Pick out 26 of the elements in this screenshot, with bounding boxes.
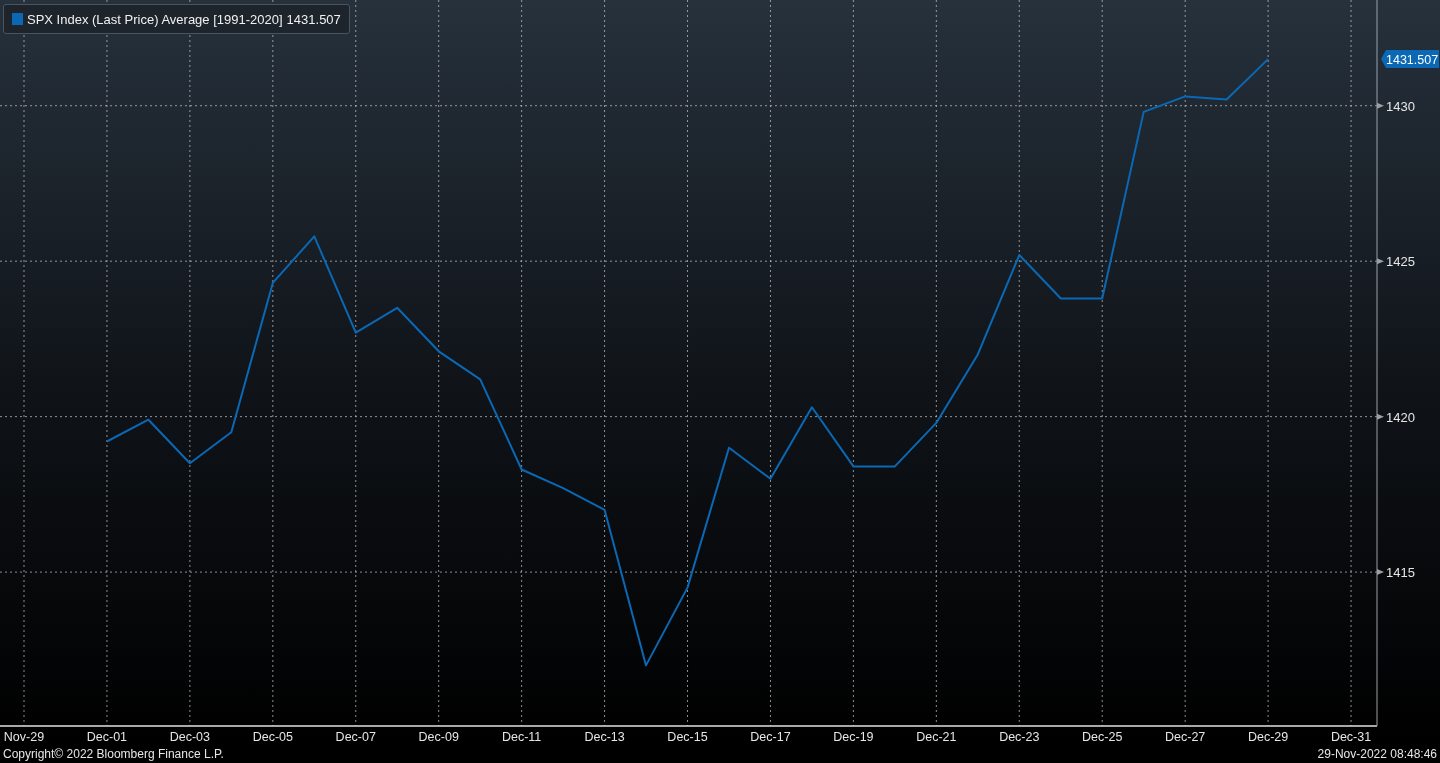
x-axis-label: Dec-29 (1247, 730, 1289, 744)
legend-label: SPX Index (Last Price) Average [1991-2020] (27, 11, 283, 27)
y-axis-label: 1430 (1386, 98, 1415, 114)
x-axis-label: Dec-31 (1330, 730, 1372, 744)
copyright-text: Copyright© 2022 Bloomberg Finance L.P. (3, 747, 224, 761)
x-axis-label: Dec-09 (418, 730, 459, 744)
x-axis-label: Dec-03 (169, 730, 211, 744)
timestamp-text: 29-Nov-2022 08:48:46 (1317, 747, 1437, 761)
x-axis-label: Dec-23 (999, 730, 1040, 744)
x-axis-label: Dec-07 (335, 730, 376, 744)
x-axis-label: Dec-21 (916, 730, 957, 744)
last-value-tag: 1431.507 (1381, 50, 1439, 69)
x-axis-label: Dec-19 (833, 730, 874, 744)
x-axis-label: Dec-17 (750, 730, 791, 744)
x-axis-label: Dec-05 (252, 730, 293, 744)
legend-value: 1431.507 (286, 11, 341, 27)
x-axis-label: Dec-13 (584, 730, 625, 744)
x-axis-label: Dec-27 (1165, 730, 1206, 744)
y-axis-label: 1415 (1386, 565, 1415, 581)
x-axis-label: Dec-11 (501, 730, 542, 744)
x-axis-label: Dec-15 (667, 730, 708, 744)
x-axis-label: Dec-25 (1082, 730, 1123, 744)
y-axis-label: 1425 (1386, 254, 1415, 270)
x-axis-label: Nov-29 (3, 730, 45, 744)
y-axis-label: 1420 (1386, 409, 1415, 425)
x-axis-label: Dec-01 (86, 730, 128, 744)
